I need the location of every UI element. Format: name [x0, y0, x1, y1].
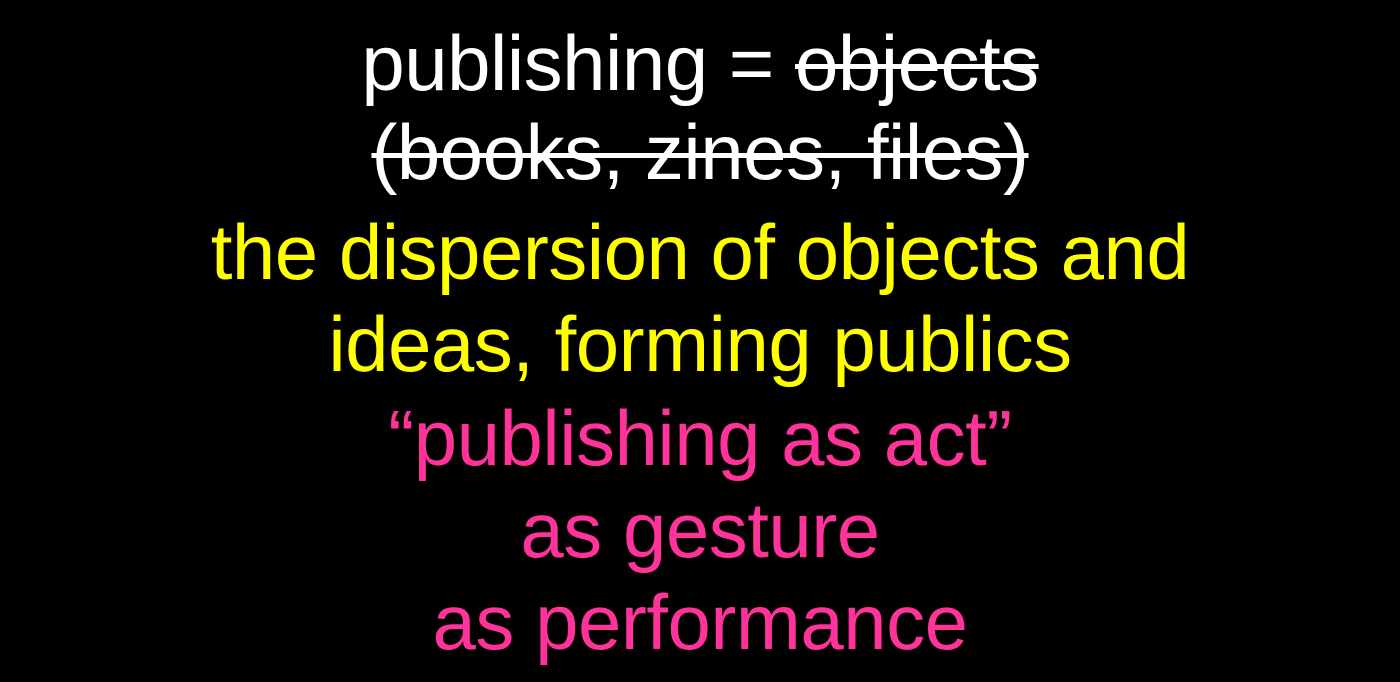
- heading-line-2: (books, zines, files): [0, 106, 1400, 198]
- definition-line-1: the dispersion of objects and: [210, 208, 1190, 296]
- performance-line: as performance: [432, 578, 968, 666]
- slide: publishing = objects (books, zines, file…: [0, 0, 1400, 682]
- heading-line-1: publishing = objects: [0, 17, 1400, 109]
- struck-word-objects: objects: [795, 19, 1039, 107]
- quote-line: “publishing as act”: [388, 394, 1012, 482]
- heading-prefix: publishing =: [361, 19, 796, 107]
- definition-line-2: ideas, forming publics: [328, 300, 1072, 388]
- gesture-line: as gesture: [520, 486, 880, 574]
- struck-examples: (books, zines, files): [371, 108, 1029, 196]
